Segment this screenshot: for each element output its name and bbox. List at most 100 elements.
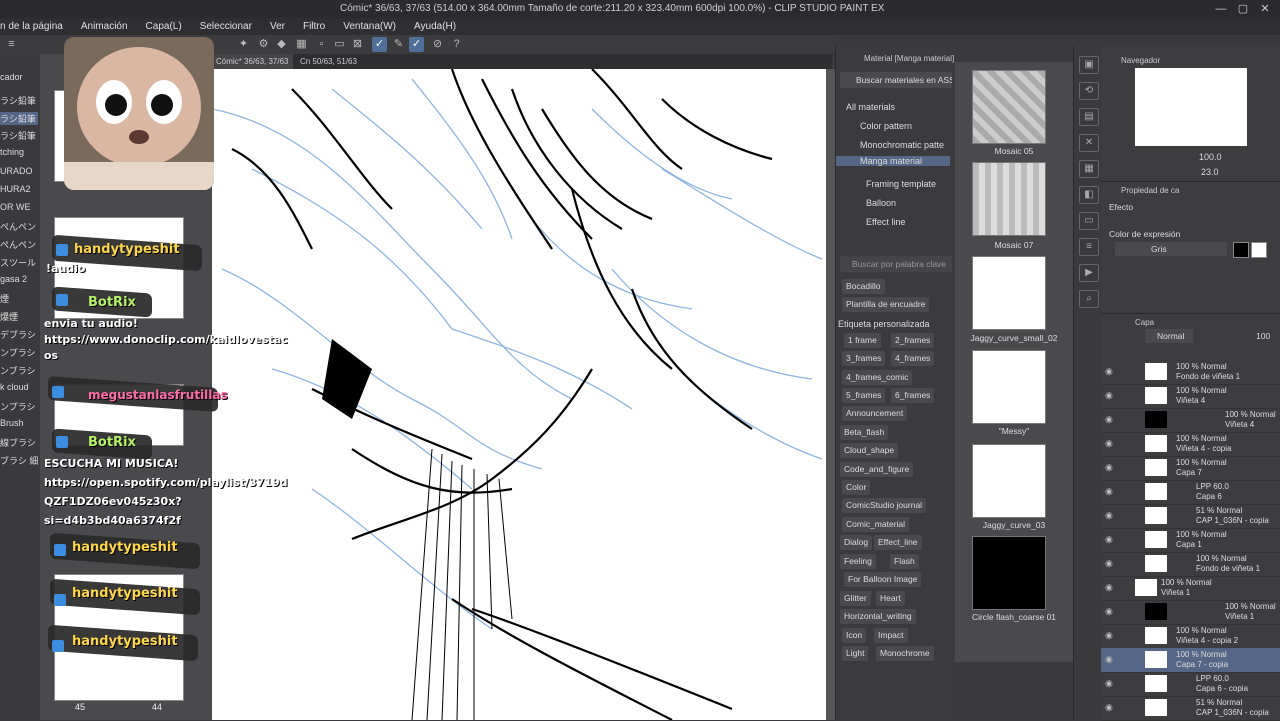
color-white-swatch[interactable]	[1251, 242, 1267, 258]
navigator-preview[interactable]	[1135, 68, 1247, 146]
layer-property-icon[interactable]: ▣	[1079, 56, 1099, 74]
tree-item-manga-material[interactable]: Manga material	[836, 156, 950, 166]
tag-button[interactable]: Flash	[890, 554, 919, 569]
tag-button[interactable]: Monochrome	[876, 646, 934, 661]
tree-item-all-materials[interactable]: All materials	[846, 102, 895, 112]
fill-icon[interactable]: ◆	[274, 37, 289, 52]
tree-item-monochromatic[interactable]: Monochromatic patte	[860, 140, 944, 150]
layer-row[interactable]: ◉ LPP 60.0 Capa 6 - copia	[1101, 672, 1280, 697]
tag-button[interactable]: Glitter	[840, 591, 871, 606]
drawing-canvas[interactable]	[212, 69, 832, 720]
menu-item-ayuda[interactable]: Ayuda(H)	[405, 18, 465, 35]
brush-item[interactable]: ブラシ 細	[0, 454, 38, 467]
tag-button[interactable]: 6_frames	[891, 388, 935, 403]
tag-button[interactable]: 5_frames	[842, 388, 886, 403]
brush-item[interactable]: 煙	[0, 292, 38, 305]
tag-button[interactable]: Feeling	[840, 554, 876, 569]
material-thumbnail[interactable]	[972, 444, 1046, 518]
tree-item-effect-line[interactable]: Effect line	[866, 217, 905, 227]
tag-button[interactable]: Comic_material	[842, 517, 910, 532]
layer-row[interactable]: ◉ 100 % Normal Viñeta 1	[1101, 576, 1280, 601]
eye-icon[interactable]: ◉	[1105, 510, 1113, 521]
tree-item-balloon[interactable]: Balloon	[866, 198, 896, 208]
tag-button[interactable]: Light	[842, 646, 869, 661]
blend-mode-select[interactable]: Normal	[1145, 329, 1193, 343]
ruler-icon[interactable]: ✓	[372, 37, 387, 52]
layer-row[interactable]: ◉ 100 % Normal Capa 1	[1101, 528, 1280, 553]
tag-button[interactable]: Heart	[876, 591, 905, 606]
brush-item[interactable]: gasa 2	[0, 274, 38, 284]
subview-icon[interactable]: ▭	[1079, 212, 1099, 230]
menu-item-ver[interactable]: Ver	[261, 18, 294, 35]
tag-button[interactable]: Cloud_shape	[840, 443, 899, 458]
color-icon[interactable]: ◧	[1079, 186, 1099, 204]
tag-button[interactable]: Effect_line	[874, 535, 922, 550]
help-icon[interactable]: ?	[449, 37, 464, 52]
eye-icon[interactable]: ◉	[1105, 582, 1113, 593]
layer-row[interactable]: ◉ 100 % Normal Capa 7	[1101, 456, 1280, 481]
expression-color-select[interactable]: Gris	[1115, 242, 1227, 256]
tree-item-framing-template[interactable]: Framing template	[866, 179, 936, 189]
tag-button[interactable]: Impact	[874, 628, 908, 643]
select-icon[interactable]: ▫	[314, 37, 329, 52]
layer-row[interactable]: ◉ 100 % Normal Viñeta 4 - copia 2	[1101, 624, 1280, 649]
eye-icon[interactable]: ◉	[1105, 558, 1113, 569]
transform-icon[interactable]: ✦	[236, 37, 251, 52]
brush-item[interactable]: k cloud	[0, 382, 38, 392]
history-icon[interactable]: ⟲	[1079, 82, 1099, 100]
layer-row[interactable]: ◉ 100 % Normal Fondo de viñeta 1	[1101, 360, 1280, 385]
tag-button[interactable]: Horizontal_writing	[840, 609, 916, 624]
tag-button[interactable]: Color	[842, 480, 871, 495]
menu-icon[interactable]: ≡	[4, 37, 19, 52]
opacity-value[interactable]: 100	[1256, 331, 1270, 341]
auto-action-icon[interactable]: ▶	[1079, 264, 1099, 282]
close-panel-icon[interactable]: ✕	[1079, 134, 1099, 152]
brush-item[interactable]: スツール	[0, 256, 38, 269]
brush-item[interactable]: ンブラシ	[0, 364, 38, 377]
brush-item-selected[interactable]: ラシ鉛筆 2	[0, 112, 38, 125]
eye-icon[interactable]: ◉	[1105, 390, 1113, 401]
timeline-icon[interactable]: ≡	[1079, 238, 1099, 256]
crop-icon[interactable]: ▭	[332, 37, 347, 52]
gear-icon[interactable]: ⚙	[256, 37, 271, 52]
brush-item[interactable]: 線ブラシ	[0, 436, 38, 449]
brush-item[interactable]: ンプラシ	[0, 346, 38, 359]
brush-item[interactable]: デブラシ	[0, 328, 38, 341]
material-thumbnail[interactable]	[972, 536, 1046, 610]
search-layer-icon[interactable]: ⌕	[1079, 290, 1099, 308]
snap-icon[interactable]: ⊘	[430, 37, 445, 52]
material-thumbnail[interactable]	[972, 350, 1046, 424]
rotation-value[interactable]: 23.0	[1201, 167, 1219, 177]
eye-icon[interactable]: ◉	[1105, 606, 1113, 617]
layer-row-selected[interactable]: ◉ 100 % Normal Capa 7 - copia	[1101, 648, 1280, 673]
menu-item-ventana[interactable]: Ventana(W)	[334, 18, 405, 35]
edit-icon[interactable]: ✓	[409, 37, 424, 52]
layer-row[interactable]: ◉ 100 % Normal Viñeta 1	[1101, 600, 1280, 625]
layer-row[interactable]: ◉ 100 % Normal Viñeta 4	[1101, 408, 1280, 433]
menu-item-seleccionar[interactable]: Seleccionar	[191, 18, 261, 35]
eye-icon[interactable]: ◉	[1105, 630, 1113, 641]
tree-item-color-pattern[interactable]: Color pattern	[860, 121, 912, 131]
maximize-icon[interactable]: ▢	[1236, 2, 1250, 16]
material-thumbnail[interactable]	[972, 70, 1046, 144]
eye-icon[interactable]: ◉	[1105, 654, 1113, 665]
zoom-value[interactable]: 100.0	[1199, 152, 1222, 162]
brush-item[interactable]: ラシ鉛筆 2	[0, 94, 38, 107]
tag-button[interactable]: ComicStudio journal	[842, 498, 927, 513]
eye-icon[interactable]: ◉	[1105, 486, 1113, 497]
eye-icon[interactable]: ◉	[1105, 366, 1113, 377]
brush-item[interactable]: Brush	[0, 418, 38, 428]
tag-button[interactable]: Announcement	[842, 406, 908, 421]
material-icon[interactable]: ▤	[1079, 108, 1099, 126]
color-black-swatch[interactable]	[1233, 242, 1249, 258]
tag-button[interactable]: Plantilla de encuadre	[842, 297, 930, 312]
tag-button[interactable]: 4_frames_comic	[842, 370, 913, 385]
menu-item-pagina[interactable]: n de la página	[0, 18, 72, 35]
tab-comic-50[interactable]: Cn 50/63, 51/63	[296, 54, 361, 69]
tag-button[interactable]: Bocadillo	[842, 279, 885, 294]
tab-comic-36[interactable]: Cómic* 36/63, 37/63	[212, 54, 293, 69]
brush-item[interactable]: URADO	[0, 166, 38, 176]
tag-button[interactable]: For Balloon Image	[844, 572, 922, 587]
canvas-scrollbar[interactable]	[826, 69, 835, 720]
brush-item[interactable]: ぺんペン	[0, 238, 38, 251]
